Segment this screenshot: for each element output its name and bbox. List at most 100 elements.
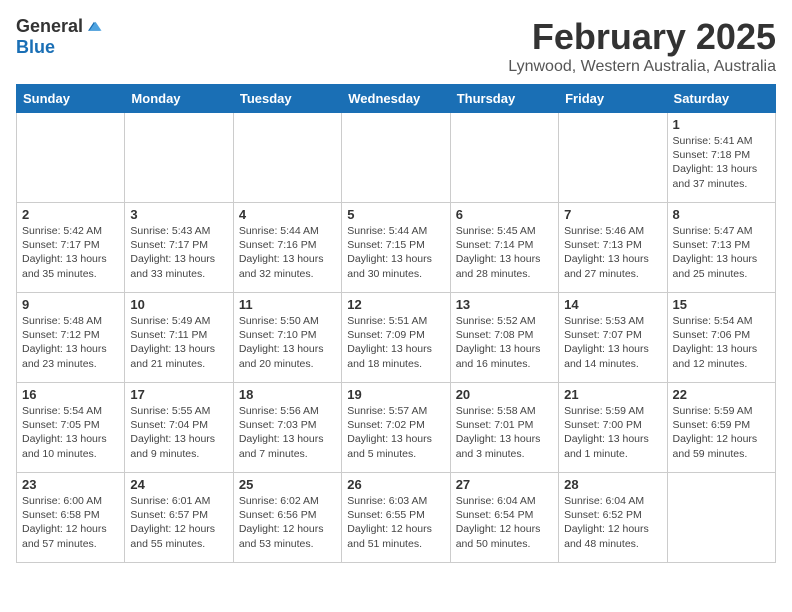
calendar-cell: 24Sunrise: 6:01 AM Sunset: 6:57 PM Dayli…	[125, 473, 233, 563]
day-info: Sunrise: 5:49 AM Sunset: 7:11 PM Dayligh…	[130, 314, 227, 371]
day-number: 27	[456, 477, 553, 492]
day-number: 5	[347, 207, 444, 222]
calendar-week-4: 16Sunrise: 5:54 AM Sunset: 7:05 PM Dayli…	[17, 383, 776, 473]
day-number: 4	[239, 207, 336, 222]
calendar-cell: 14 Sunrise: 5:53 AM Sunset: 7:07 PM Dayli…	[559, 293, 667, 383]
calendar-cell: 22 Sunrise: 5:59 AM Sunset: 6:59 PM Dayli…	[667, 383, 775, 473]
day-number: 26	[347, 477, 444, 492]
title-section: February 2025 Lynwood, Western Australia…	[508, 16, 776, 76]
calendar-table: Sunday Monday Tuesday Wednesday Thursday…	[16, 84, 776, 563]
day-number: 20	[456, 387, 553, 402]
day-number: 19	[347, 387, 444, 402]
day-info: Sunrise: 5:43 AM Sunset: 7:17 PM Dayligh…	[130, 224, 227, 281]
calendar-cell: 28Sunrise: 6:04 AM Sunset: 6:52 PM Dayli…	[559, 473, 667, 563]
calendar-cell: 20 Sunrise: 5:58 AM Sunset: 7:01 PM Dayli…	[450, 383, 558, 473]
day-number: 2	[22, 207, 119, 222]
day-info: Sunrise: 5:41 AM Sunset: 7:18 PM Dayligh…	[673, 134, 770, 191]
calendar-cell: 13 Sunrise: 5:52 AM Sunset: 7:08 PM Dayli…	[450, 293, 558, 383]
day-info: Sunrise: 5:59 AM Sunset: 6:59 PM Dayligh…	[673, 404, 770, 461]
calendar-cell: 19 Sunrise: 5:57 AM Sunset: 7:02 PM Dayli…	[342, 383, 450, 473]
calendar-cell: 11 Sunrise: 5:50 AM Sunset: 7:10 PM Dayli…	[233, 293, 341, 383]
calendar-cell: 2 Sunrise: 5:42 AM Sunset: 7:17 PM Daylig…	[17, 203, 125, 293]
calendar-cell: 16Sunrise: 5:54 AM Sunset: 7:05 PM Dayli…	[17, 383, 125, 473]
logo-blue: Blue	[16, 37, 55, 58]
calendar-cell: 10 Sunrise: 5:49 AM Sunset: 7:11 PM Dayli…	[125, 293, 233, 383]
calendar-week-2: 2 Sunrise: 5:42 AM Sunset: 7:17 PM Daylig…	[17, 203, 776, 293]
calendar-cell: 9 Sunrise: 5:48 AM Sunset: 7:12 PM Daylig…	[17, 293, 125, 383]
day-info: Sunrise: 5:52 AM Sunset: 7:08 PM Dayligh…	[456, 314, 553, 371]
day-info: Sunrise: 6:03 AM Sunset: 6:55 PM Dayligh…	[347, 494, 444, 551]
calendar-week-1: 1 Sunrise: 5:41 AM Sunset: 7:18 PM Daylig…	[17, 113, 776, 203]
calendar-week-3: 9 Sunrise: 5:48 AM Sunset: 7:12 PM Daylig…	[17, 293, 776, 383]
col-sunday: Sunday	[17, 85, 125, 113]
calendar-cell: 23Sunrise: 6:00 AM Sunset: 6:58 PM Dayli…	[17, 473, 125, 563]
calendar-cell	[559, 113, 667, 203]
calendar-cell	[125, 113, 233, 203]
day-number: 9	[22, 297, 119, 312]
calendar-cell: 5 Sunrise: 5:44 AM Sunset: 7:15 PM Daylig…	[342, 203, 450, 293]
calendar-cell	[17, 113, 125, 203]
col-saturday: Saturday	[667, 85, 775, 113]
day-number: 11	[239, 297, 336, 312]
day-info: Sunrise: 5:55 AM Sunset: 7:04 PM Dayligh…	[130, 404, 227, 461]
calendar-cell: 3Sunrise: 5:43 AM Sunset: 7:17 PM Daylig…	[125, 203, 233, 293]
day-info: Sunrise: 5:42 AM Sunset: 7:17 PM Dayligh…	[22, 224, 119, 281]
day-number: 16	[22, 387, 119, 402]
day-number: 14	[564, 297, 661, 312]
day-number: 7	[564, 207, 661, 222]
day-info: Sunrise: 5:57 AM Sunset: 7:02 PM Dayligh…	[347, 404, 444, 461]
day-info: Sunrise: 5:51 AM Sunset: 7:09 PM Dayligh…	[347, 314, 444, 371]
logo-icon	[85, 18, 103, 36]
col-thursday: Thursday	[450, 85, 558, 113]
col-friday: Friday	[559, 85, 667, 113]
day-info: Sunrise: 5:45 AM Sunset: 7:14 PM Dayligh…	[456, 224, 553, 281]
day-info: Sunrise: 5:46 AM Sunset: 7:13 PM Dayligh…	[564, 224, 661, 281]
calendar-subtitle: Lynwood, Western Australia, Australia	[508, 58, 776, 76]
day-info: Sunrise: 6:02 AM Sunset: 6:56 PM Dayligh…	[239, 494, 336, 551]
day-number: 28	[564, 477, 661, 492]
logo: General Blue	[16, 16, 103, 58]
col-tuesday: Tuesday	[233, 85, 341, 113]
day-number: 25	[239, 477, 336, 492]
calendar-cell	[450, 113, 558, 203]
day-info: Sunrise: 5:56 AM Sunset: 7:03 PM Dayligh…	[239, 404, 336, 461]
day-number: 22	[673, 387, 770, 402]
col-wednesday: Wednesday	[342, 85, 450, 113]
calendar-cell: 15 Sunrise: 5:54 AM Sunset: 7:06 PM Dayli…	[667, 293, 775, 383]
day-number: 15	[673, 297, 770, 312]
calendar-cell: 27Sunrise: 6:04 AM Sunset: 6:54 PM Dayli…	[450, 473, 558, 563]
calendar-cell: 18 Sunrise: 5:56 AM Sunset: 7:03 PM Dayli…	[233, 383, 341, 473]
day-number: 21	[564, 387, 661, 402]
day-info: Sunrise: 5:54 AM Sunset: 7:06 PM Dayligh…	[673, 314, 770, 371]
calendar-cell: 7 Sunrise: 5:46 AM Sunset: 7:13 PM Daylig…	[559, 203, 667, 293]
calendar-cell: 6 Sunrise: 5:45 AM Sunset: 7:14 PM Daylig…	[450, 203, 558, 293]
day-number: 8	[673, 207, 770, 222]
day-info: Sunrise: 6:00 AM Sunset: 6:58 PM Dayligh…	[22, 494, 119, 551]
day-info: Sunrise: 5:48 AM Sunset: 7:12 PM Dayligh…	[22, 314, 119, 371]
header-row: Sunday Monday Tuesday Wednesday Thursday…	[17, 85, 776, 113]
calendar-cell	[667, 473, 775, 563]
day-info: Sunrise: 5:44 AM Sunset: 7:15 PM Dayligh…	[347, 224, 444, 281]
day-number: 1	[673, 117, 770, 132]
day-number: 6	[456, 207, 553, 222]
day-number: 12	[347, 297, 444, 312]
day-number: 17	[130, 387, 227, 402]
col-monday: Monday	[125, 85, 233, 113]
calendar-cell: 1 Sunrise: 5:41 AM Sunset: 7:18 PM Daylig…	[667, 113, 775, 203]
day-info: Sunrise: 5:53 AM Sunset: 7:07 PM Dayligh…	[564, 314, 661, 371]
day-info: Sunrise: 5:44 AM Sunset: 7:16 PM Dayligh…	[239, 224, 336, 281]
day-number: 13	[456, 297, 553, 312]
page-header: General Blue February 2025 Lynwood, West…	[16, 16, 776, 76]
calendar-cell: 4 Sunrise: 5:44 AM Sunset: 7:16 PM Daylig…	[233, 203, 341, 293]
day-info: Sunrise: 5:50 AM Sunset: 7:10 PM Dayligh…	[239, 314, 336, 371]
calendar-cell: 26 Sunrise: 6:03 AM Sunset: 6:55 PM Dayli…	[342, 473, 450, 563]
day-info: Sunrise: 6:01 AM Sunset: 6:57 PM Dayligh…	[130, 494, 227, 551]
day-number: 10	[130, 297, 227, 312]
day-info: Sunrise: 5:47 AM Sunset: 7:13 PM Dayligh…	[673, 224, 770, 281]
logo-general: General	[16, 16, 83, 37]
calendar-week-5: 23Sunrise: 6:00 AM Sunset: 6:58 PM Dayli…	[17, 473, 776, 563]
day-number: 18	[239, 387, 336, 402]
calendar-cell: 17 Sunrise: 5:55 AM Sunset: 7:04 PM Dayli…	[125, 383, 233, 473]
calendar-cell: 8 Sunrise: 5:47 AM Sunset: 7:13 PM Daylig…	[667, 203, 775, 293]
day-info: Sunrise: 5:58 AM Sunset: 7:01 PM Dayligh…	[456, 404, 553, 461]
